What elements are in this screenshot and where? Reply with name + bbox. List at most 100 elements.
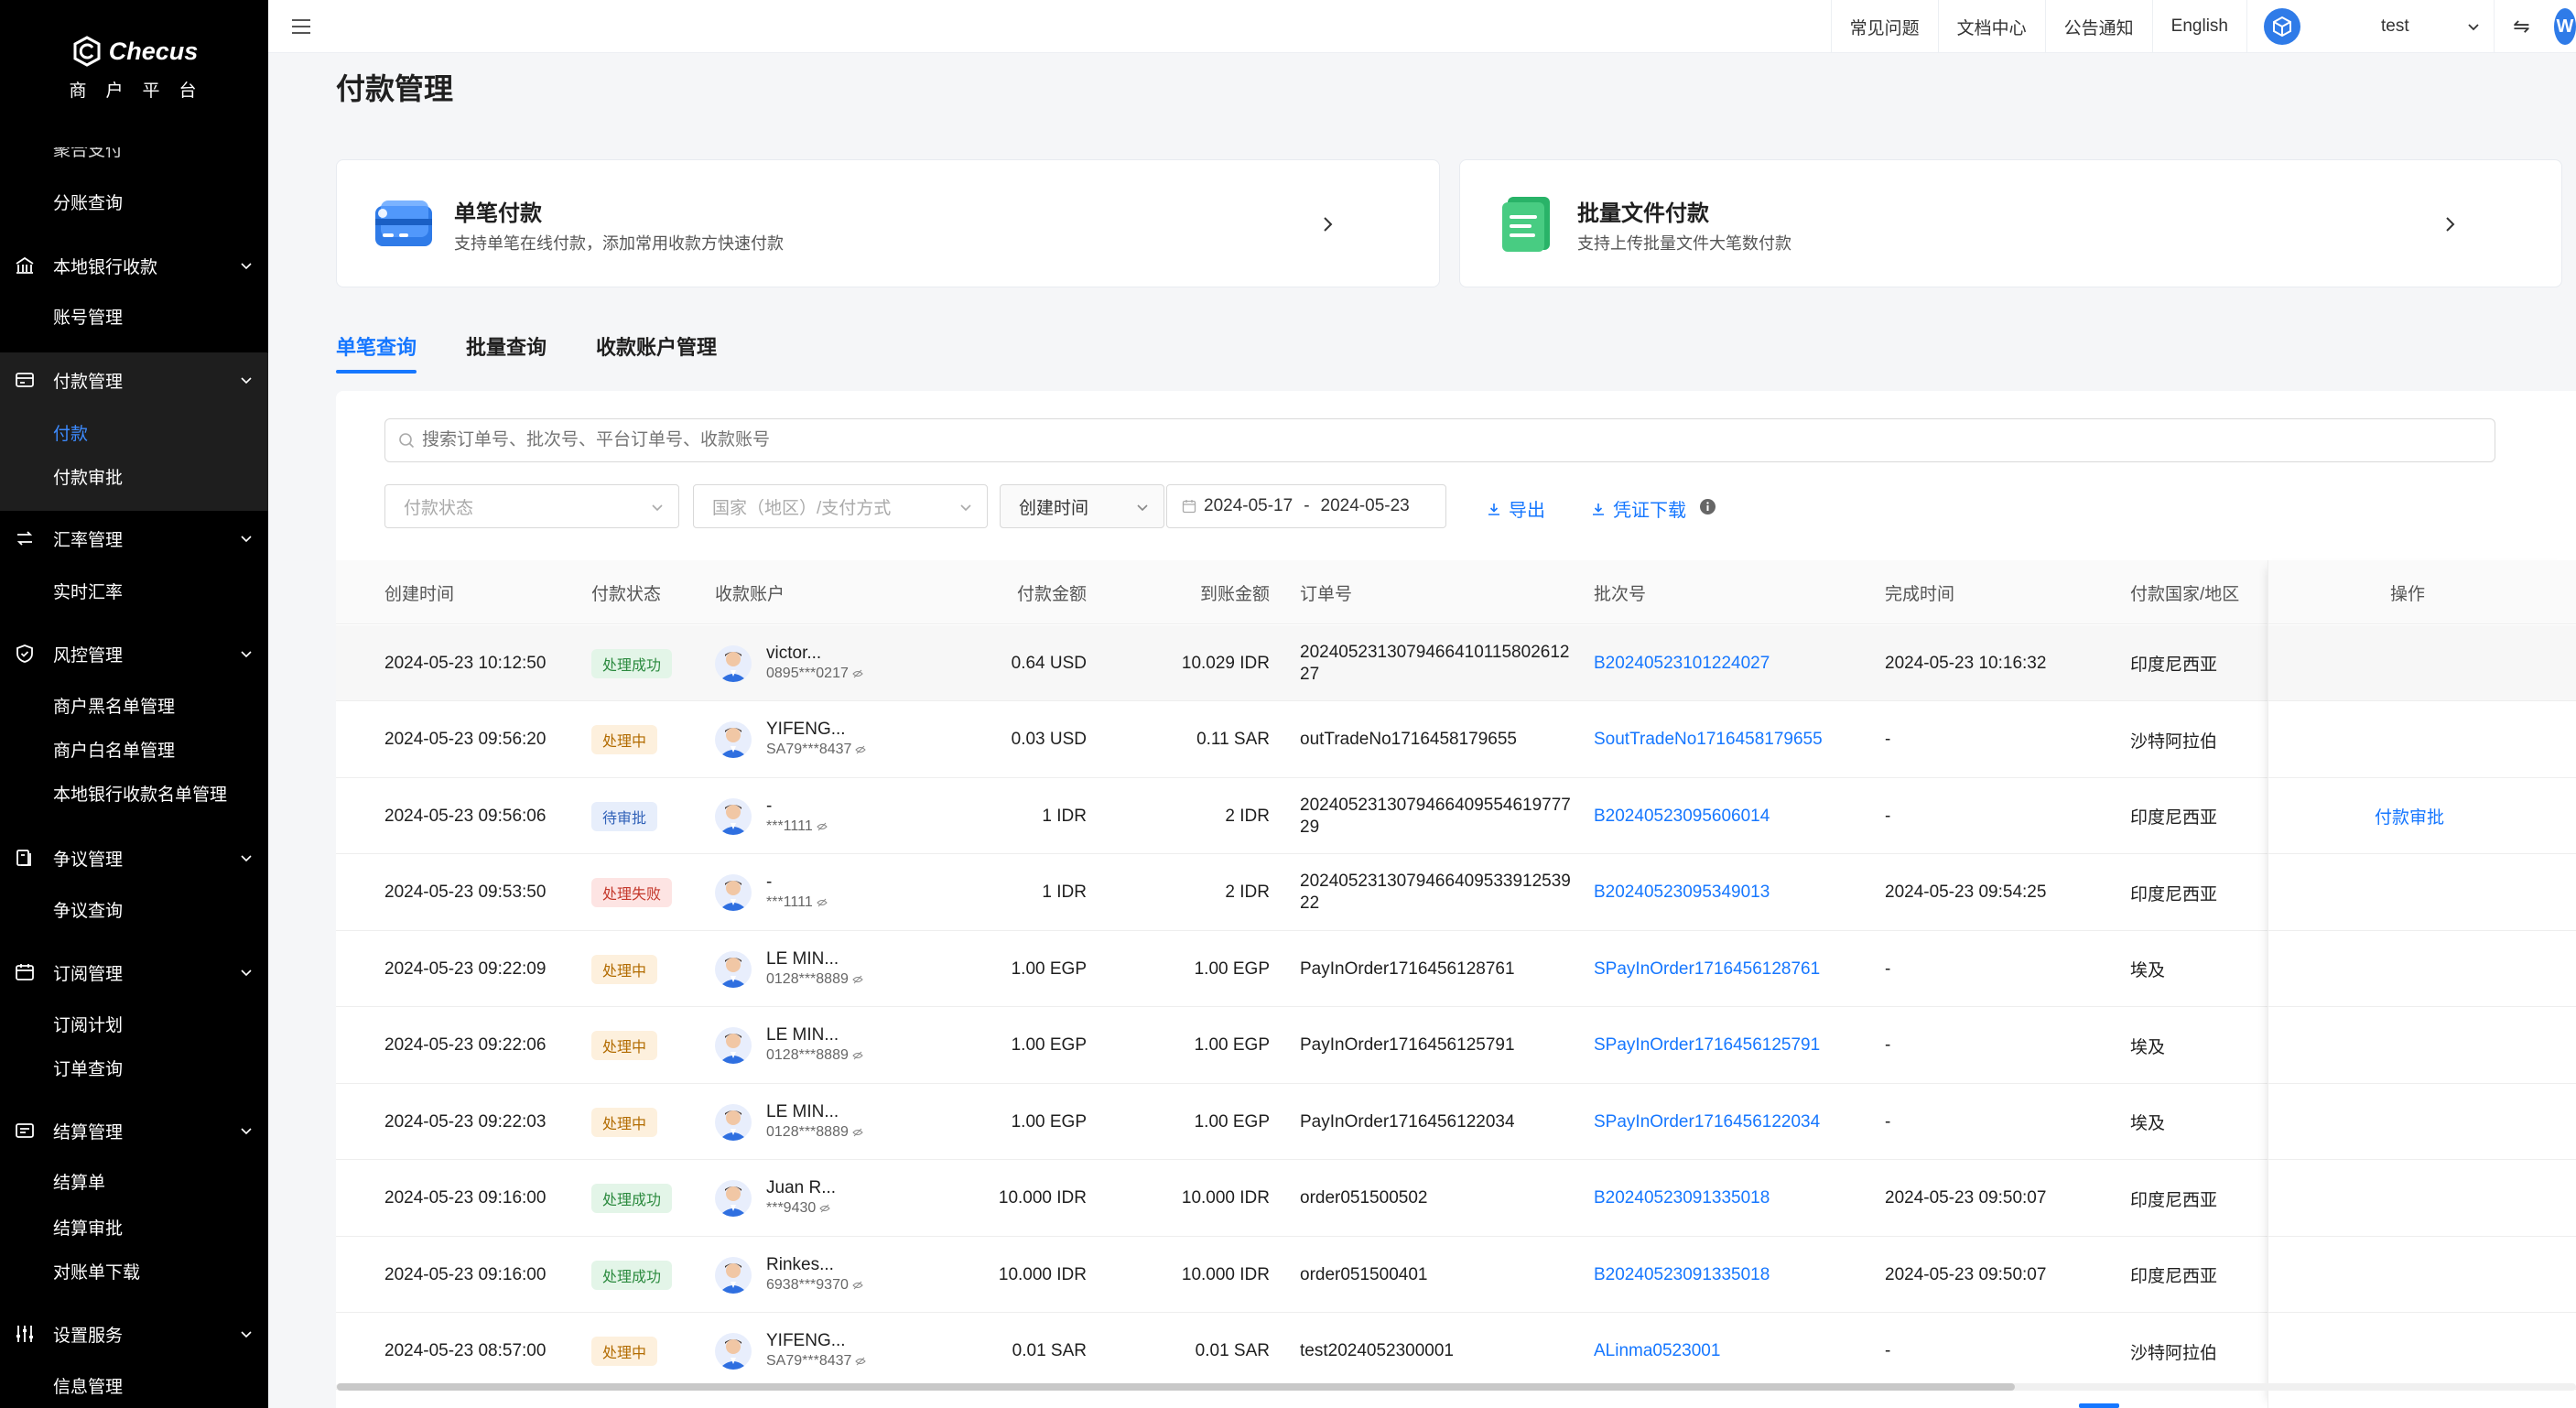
sidebar-item-4[interactable]: 付款 [0,410,268,454]
download-icon [1488,503,1499,515]
status-select[interactable]: 付款状态 [384,484,679,528]
language-switch[interactable]: English [2151,0,2246,53]
voucher-download-button[interactable]: 凭证下载 [1591,495,1686,522]
info-icon[interactable] [1699,498,1716,515]
batch-number-link[interactable]: B20240523095349013 [1594,855,1770,931]
table-row[interactable]: 2024-05-23 09:56:20 处理中 YIFENG... SA79***84… [336,701,2576,778]
table-row[interactable]: 2024-05-23 08:57:00 处理中 YIFENG... SA79***84… [336,1313,2576,1390]
batch-number-link[interactable]: SoutTradeNo1716458179655 [1594,702,1823,778]
status-select-placeholder: 付款状态 [404,498,474,518]
batch-number-link[interactable]: SPayInOrder1716456122034 [1594,1084,1820,1160]
page-title: 付款管理 [336,72,454,105]
table-row[interactable]: 2024-05-23 09:56:06 待审批 - ***1111 1 IDR 2 IDR… [336,778,2576,854]
eye-off-icon[interactable] [855,744,867,755]
sidebar-group-17[interactable]: 结算管理 [0,1109,268,1153]
notice-link[interactable]: 公告通知 [2044,0,2152,53]
tab-batch-query[interactable]: 批量查询 [466,331,547,374]
user-menu[interactable]: test [2246,0,2494,53]
edge-avatar[interactable]: W [2549,0,2576,53]
sidebar-item-13[interactable]: 争议查询 [0,887,268,931]
sidebar-group-21[interactable]: 设置服务 [0,1312,268,1356]
search-input[interactable] [422,430,2309,450]
sidebar-item-10[interactable]: 商户白名单管理 [0,727,268,771]
scrollbar-thumb[interactable] [337,1383,2015,1391]
batch-number-link[interactable]: B20240523101224027 [1594,625,1770,701]
batch-number-link[interactable]: SPayInOrder1716456125791 [1594,1008,1820,1084]
sidebar-item-7[interactable]: 实时汇率 [0,569,268,612]
table-row[interactable]: 2024-05-23 09:16:00 处理成功 Rinkes... 6938***9… [336,1237,2576,1313]
sidebar-group-14[interactable]: 订阅管理 [0,950,268,994]
sidebar-item-2[interactable]: 账号管理 [0,294,268,338]
order-number-line1: order051500401 [1300,1264,1428,1284]
time-type-select[interactable]: 创建时间 [1000,484,1164,528]
sidebar-item-20[interactable]: 对账单下载 [0,1249,268,1293]
payee-account-number: ***1111 [766,818,813,834]
sidebar-item-15[interactable]: 订阅计划 [0,1002,268,1045]
sidebar-group-1[interactable]: 本地银行收款 [0,244,268,287]
eye-off-icon[interactable] [852,974,863,985]
table-row[interactable]: 2024-05-23 10:12:50 处理成功 victor... 0895***0… [336,625,2576,701]
sidebar-item-22[interactable]: 信息管理 [0,1363,268,1407]
payee-name: LE MIN... [766,1025,839,1045]
status-badge: 处理中 [591,1031,658,1060]
date-end[interactable]: 2024-05-23 [1321,496,1410,516]
table-row[interactable]: 2024-05-23 09:22:03 处理中 LE MIN... 0128***88… [336,1084,2576,1160]
pay-amount: 1.00 EGP [1011,1035,1087,1055]
approve-payment-link[interactable]: 付款审批 [2375,778,2444,854]
sidebar-item-19[interactable]: 结算审批 [0,1205,268,1249]
batch-number-link[interactable]: SPayInOrder1716456128761 [1594,931,1820,1007]
sidebar-item-16[interactable]: 订单查询 [0,1045,268,1089]
sidebar-item-5[interactable]: 付款审批 [0,454,268,498]
export-button[interactable]: 导出 [1487,495,1545,522]
eye-off-icon[interactable] [819,1203,830,1214]
table-row[interactable]: 2024-05-23 09:22:09 处理中 LE MIN... 0128***88… [336,931,2576,1007]
payee-cell: YIFENG... SA79***8437 [715,1314,867,1390]
sidebar-group-label: 设置服务 [53,1326,124,1346]
sidebar-item-9[interactable]: 商户黑名单管理 [0,683,268,727]
batch-number-link[interactable]: ALinma0523001 [1594,1314,1720,1390]
eye-off-icon[interactable] [852,1280,863,1291]
eye-off-icon[interactable] [855,1356,867,1367]
batch-payment-card[interactable]: 批量文件付款 支持上传批量文件大笔数付款 [1459,159,2562,287]
single-payment-card[interactable]: 单笔付款 支持单笔在线付款，添加常用收款方快速付款 [336,159,1440,287]
search-box[interactable] [384,418,2495,462]
sidebar-group-12[interactable]: 争议管理 [0,836,268,880]
avatar [715,644,752,682]
payee-name: Rinkes... [766,1254,834,1274]
tab-single-query[interactable]: 单笔查询 [336,331,417,374]
switch-account-icon[interactable]: ⇋ [2494,0,2549,53]
avatar [715,1256,752,1294]
status-badge: 处理中 [591,725,658,754]
table-row[interactable]: 2024-05-23 09:22:06 处理中 LE MIN... 0128***88… [336,1007,2576,1084]
brand-logo[interactable]: Checus 商户平台 [0,35,268,102]
faq-link[interactable]: 常见问题 [1830,0,1938,53]
sidebar-group-6[interactable]: 汇率管理 [0,516,268,560]
menu-toggle-icon[interactable] [290,16,312,38]
sidebar-group-label: 本地银行收款 [53,257,158,277]
table-row[interactable]: 2024-05-23 09:16:00 处理成功 Juan R... ***9430 1… [336,1160,2576,1237]
eye-off-icon[interactable] [817,897,828,908]
date-range-picker[interactable]: 2024-05-17 - 2024-05-23 [1166,484,1446,528]
sidebar-group-8[interactable]: 风控管理 [0,632,268,676]
sidebar-clipped-item[interactable]: 聚合支付 [53,147,123,159]
sidebar-group-3[interactable]: 付款管理 [0,358,268,402]
sidebar-item-11[interactable]: 本地银行收款名单管理 [0,771,268,815]
eye-off-icon[interactable] [852,668,863,679]
date-start[interactable]: 2024-05-17 [1204,496,1293,516]
recv-amount: 10.000 IDR [1181,1264,1270,1284]
batch-number-link[interactable]: B20240523091335018 [1594,1161,1770,1237]
pagination-current[interactable] [2079,1403,2119,1408]
sidebar-item-0[interactable]: 分账查询 [0,179,268,223]
table-row[interactable]: 2024-05-23 09:53:50 处理失败 - ***1111 1 IDR 2 ID… [336,854,2576,931]
sidebar-item-18[interactable]: 结算单 [0,1159,268,1203]
tab-payee-accounts[interactable]: 收款账户管理 [596,331,717,374]
batch-number-link[interactable]: B20240523095606014 [1594,778,1770,854]
country-method-select[interactable]: 国家（地区）/支付方式 [693,484,988,528]
eye-off-icon[interactable] [852,1127,863,1138]
eye-off-icon[interactable] [852,1050,863,1061]
payee-account-number: 0128***8889 [766,1123,849,1140]
docs-link[interactable]: 文档中心 [1937,0,2045,53]
batch-number-link[interactable]: B20240523091335018 [1594,1237,1770,1313]
eye-off-icon[interactable] [817,821,828,832]
recv-amount: 1.00 EGP [1194,959,1270,979]
